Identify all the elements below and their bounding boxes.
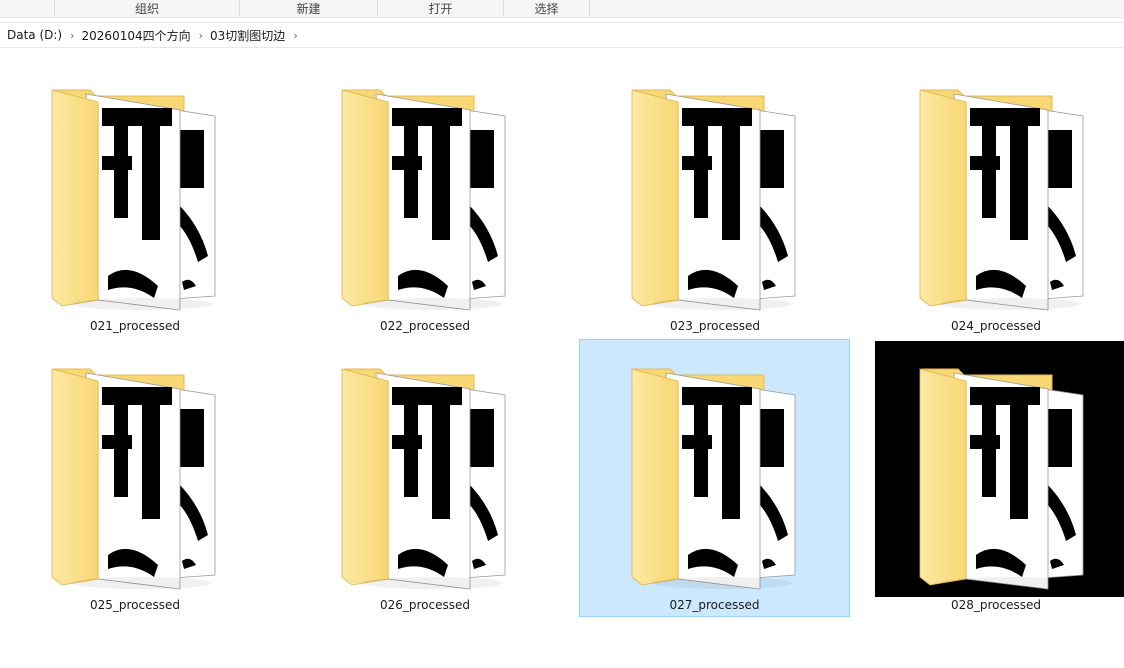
folder-item[interactable]: 023_processed [580, 62, 850, 340]
folder-item-selected[interactable]: 027_processed [579, 339, 850, 617]
folder-name: 024_processed [950, 319, 1042, 333]
folder-thumbnail-icon [51, 89, 216, 311]
folder-thumbnail-icon [919, 89, 1084, 311]
folder-item[interactable]: 022_processed [290, 62, 560, 340]
folder-item[interactable]: 021_processed [0, 62, 270, 340]
folder-name: 023_processed [669, 319, 761, 333]
folder-item[interactable]: 026_processed [290, 341, 560, 617]
folder-thumbnail-icon [631, 368, 796, 590]
folder-name: 025_processed [89, 598, 181, 612]
folder-item[interactable]: 024_processed [868, 62, 1124, 340]
folder-name: 027_processed [669, 598, 760, 612]
folder-thumbnail-icon [341, 368, 506, 590]
folder-thumbnail-icon [631, 89, 796, 311]
folder-name: 028_processed [950, 598, 1042, 612]
folder-item[interactable]: 025_processed [0, 341, 270, 617]
folder-name: 026_processed [379, 598, 471, 612]
folder-name: 021_processed [89, 319, 181, 333]
folder-thumbnail-icon [919, 368, 1084, 590]
folder-thumbnail-icon [341, 89, 506, 311]
file-grid: 021_processed 022_processed 023_processe… [0, 0, 1124, 668]
folder-item[interactable]: 028_processed [868, 341, 1124, 617]
folder-thumbnail-icon [51, 368, 216, 590]
folder-name: 022_processed [379, 319, 471, 333]
